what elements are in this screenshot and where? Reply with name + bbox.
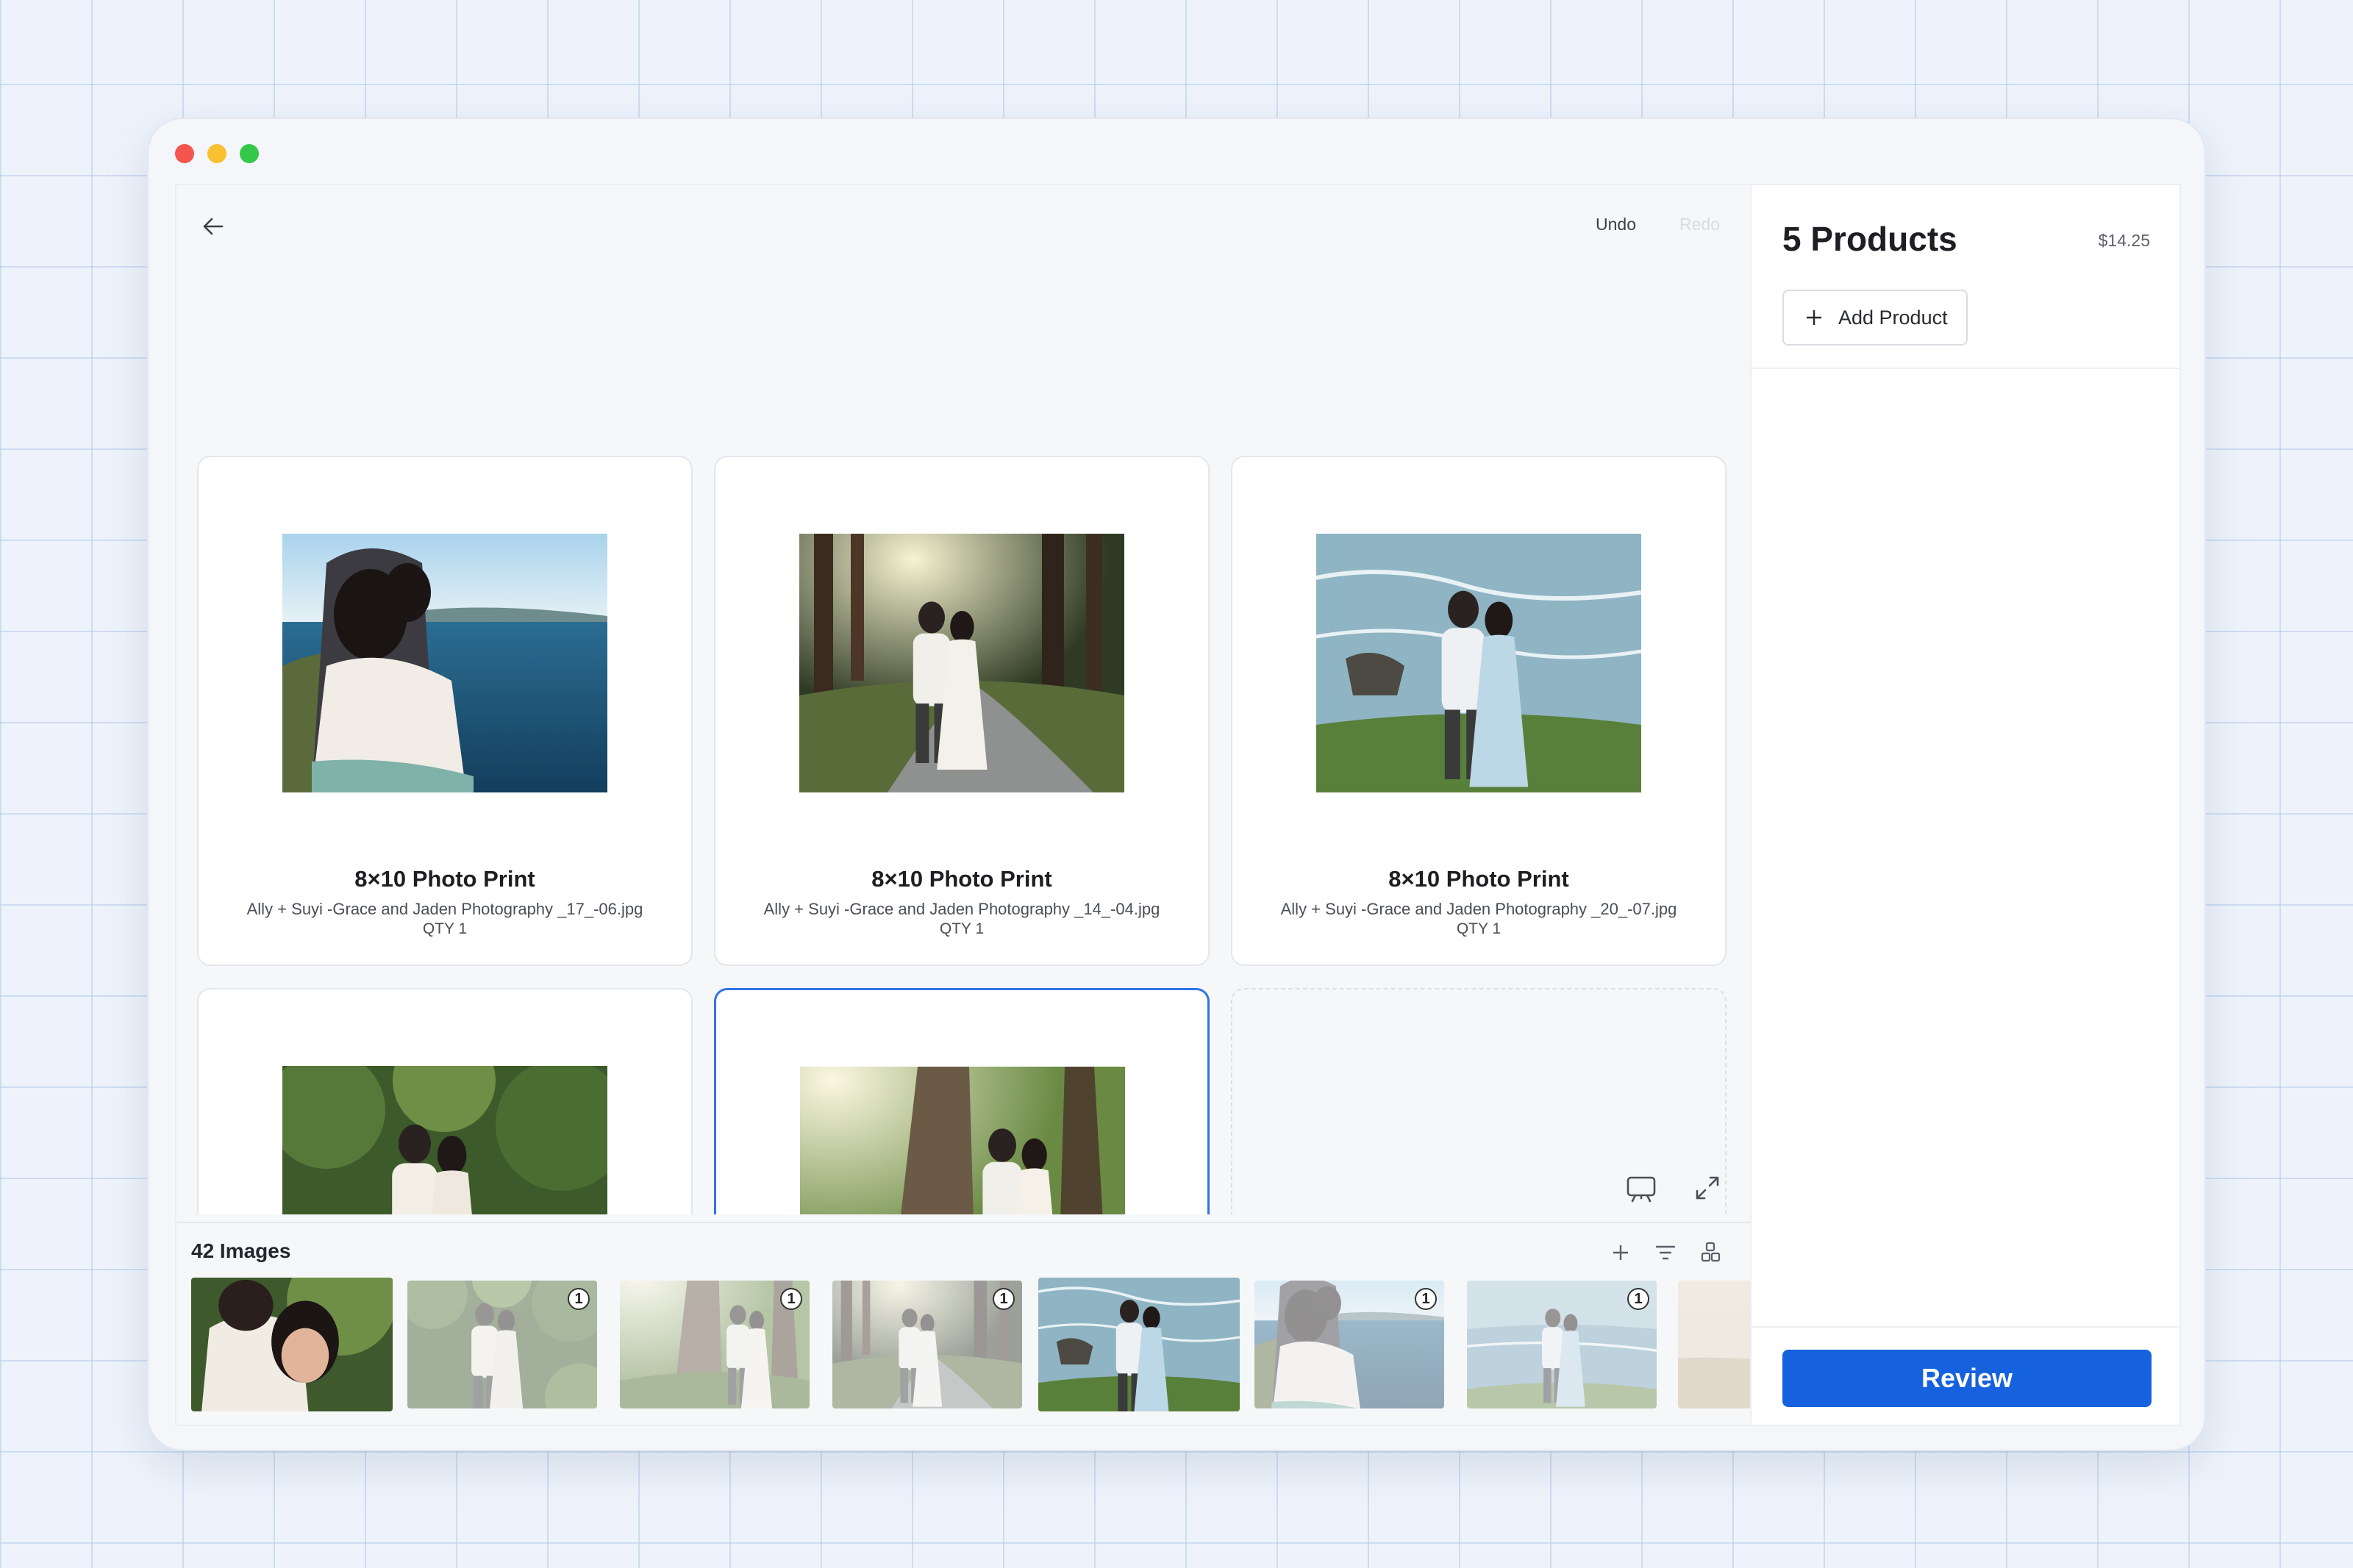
maximize-window-button[interactable]	[240, 144, 259, 163]
usage-count-badge: 1	[993, 1288, 1015, 1310]
usage-count-badge: 1	[780, 1288, 802, 1310]
product-qty: QTY 1	[422, 920, 468, 937]
image-tray: 42 Images 1 1 1 1 1	[176, 1222, 1766, 1425]
usage-count-badge: 1	[1415, 1288, 1437, 1310]
image-thumbnail[interactable]	[191, 1278, 393, 1411]
image-thumbnail[interactable]: 1	[1254, 1281, 1444, 1408]
app-window: Undo Redo 8×10 Photo Print Ally + Suyi -…	[147, 118, 2206, 1451]
window-controls	[175, 144, 259, 163]
minimize-window-button[interactable]	[207, 144, 226, 163]
thumbnail-strip: 1 1 1 1 1	[191, 1278, 1766, 1413]
product-photo	[799, 534, 1124, 792]
products-count-title: 5 Products	[1782, 220, 1957, 258]
product-card[interactable]: 8×10 Photo Print Ally + Suyi -Grace and …	[197, 456, 693, 966]
thumbnail-image	[191, 1278, 393, 1411]
product-title: 8×10 Photo Print	[1388, 866, 1569, 892]
filter-icon[interactable]	[1654, 1242, 1677, 1263]
product-filename: Ally + Suyi -Grace and Jaden Photography…	[246, 900, 643, 918]
undo-button[interactable]: Undo	[1596, 215, 1636, 235]
products-sidebar: 5 Products $14.25 Add Product Review	[1750, 185, 2179, 1425]
arrow-left-icon[interactable]	[199, 212, 228, 241]
editor-main: Undo Redo 8×10 Photo Print Ally + Suyi -…	[176, 185, 1766, 1425]
thumbnail-image	[1038, 1278, 1240, 1411]
image-count: 42 Images	[191, 1239, 291, 1262]
image-thumbnail[interactable]: 1	[620, 1281, 810, 1408]
sidebar-header: 5 Products $14.25 Add Product	[1752, 185, 2179, 369]
product-filename: Ally + Suyi -Grace and Jaden Photography…	[1280, 900, 1677, 918]
usage-count-badge: 1	[1627, 1288, 1649, 1310]
product-grid: 8×10 Photo Print Ally + Suyi -Grace and …	[176, 266, 1750, 1214]
product-photo	[800, 1067, 1125, 1214]
product-photo	[282, 534, 607, 792]
sort-icon[interactable]	[1700, 1241, 1722, 1263]
add-product-button[interactable]: Add Product	[1782, 290, 1968, 346]
expand-icon[interactable]	[1693, 1173, 1722, 1203]
product-photo	[282, 1066, 607, 1214]
image-thumbnail[interactable]	[1038, 1278, 1240, 1411]
presentation-icon[interactable]	[1625, 1175, 1657, 1204]
product-title: 8×10 Photo Print	[354, 866, 535, 892]
product-card[interactable]: 8×10 Photo Print Ally + Suyi -Grace and …	[1231, 456, 1727, 966]
sidebar-footer: Review	[1752, 1326, 2179, 1425]
product-card[interactable]: 8×10 Photo Print Ally + Suyi -Grace and …	[714, 456, 1210, 966]
product-qty: QTY 1	[1456, 920, 1502, 937]
editor-toolbar: Undo Redo	[176, 185, 1750, 266]
app-content: Undo Redo 8×10 Photo Print Ally + Suyi -…	[175, 184, 2181, 1426]
product-card[interactable]	[197, 988, 693, 1214]
product-filename: Ally + Suyi -Grace and Jaden Photography…	[763, 900, 1160, 918]
product-photo	[1316, 534, 1641, 792]
plus-icon	[1807, 310, 1821, 325]
total-price: $14.25	[2098, 231, 2150, 250]
product-card-selected[interactable]	[714, 988, 1210, 1214]
image-thumbnail[interactable]: 1	[832, 1281, 1022, 1408]
product-qty: QTY 1	[939, 920, 985, 937]
redo-button[interactable]: Redo	[1679, 215, 1720, 235]
plus-icon[interactable]	[1610, 1242, 1631, 1263]
review-button[interactable]: Review	[1782, 1350, 2152, 1407]
image-thumbnail[interactable]: 1	[407, 1281, 597, 1408]
close-window-button[interactable]	[175, 144, 194, 163]
usage-count-badge: 1	[568, 1288, 590, 1310]
add-product-label: Add Product	[1838, 306, 1948, 329]
product-title: 8×10 Photo Print	[871, 866, 1052, 892]
image-thumbnail[interactable]: 1	[1467, 1281, 1657, 1408]
